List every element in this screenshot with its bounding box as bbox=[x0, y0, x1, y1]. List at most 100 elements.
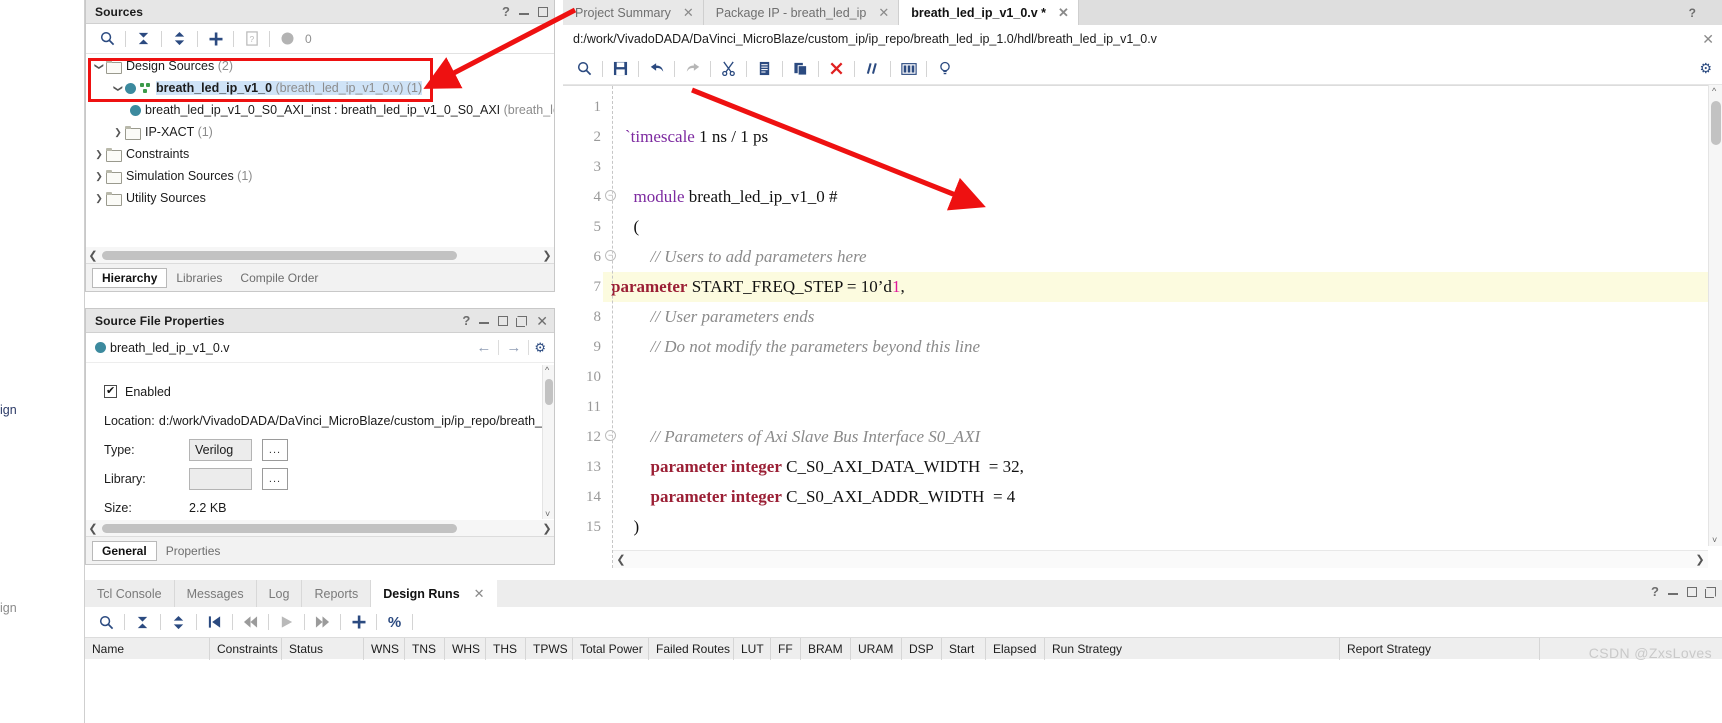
close-icon[interactable]: ✕ bbox=[1058, 5, 1069, 21]
help-icon[interactable]: ? bbox=[1689, 6, 1696, 20]
sources-tree-hscrollbar[interactable]: ❮ ❯ bbox=[86, 247, 554, 263]
table-column-header[interactable]: THS bbox=[486, 637, 526, 660]
maximize-icon[interactable] bbox=[1687, 586, 1697, 597]
table-column-header[interactable]: BRAM bbox=[801, 637, 851, 660]
play-icon[interactable] bbox=[273, 610, 300, 634]
search-icon[interactable] bbox=[571, 57, 598, 81]
chevron-right-icon[interactable] bbox=[111, 126, 125, 138]
tree-item[interactable]: Utility Sources bbox=[86, 187, 554, 209]
tree-item[interactable]: Constraints bbox=[86, 143, 554, 165]
runs-window-controls[interactable]: ? bbox=[1651, 585, 1716, 598]
gear-icon[interactable]: ⚙ bbox=[534, 340, 546, 356]
copy-icon[interactable] bbox=[751, 57, 778, 81]
table-column-header[interactable]: Name bbox=[85, 637, 210, 660]
chevron-right-icon[interactable] bbox=[92, 192, 106, 204]
close-icon[interactable]: ✕ bbox=[1702, 31, 1714, 48]
code-line[interactable]: ) bbox=[603, 512, 1722, 542]
maximize-icon[interactable] bbox=[498, 315, 509, 326]
scroll-right-icon[interactable]: ❯ bbox=[1692, 553, 1708, 566]
table-column-header[interactable]: FF bbox=[771, 637, 801, 660]
tab-properties[interactable]: Properties bbox=[157, 541, 230, 561]
bulb-icon[interactable] bbox=[931, 57, 958, 81]
first-icon[interactable] bbox=[201, 610, 228, 634]
table-column-header[interactable]: Report Strategy bbox=[1340, 637, 1540, 660]
scroll-down-icon[interactable]: ˅ bbox=[545, 509, 550, 519]
code-line[interactable] bbox=[603, 392, 1722, 422]
float-icon[interactable] bbox=[516, 315, 528, 327]
sfp-hscrollbar[interactable]: ❮ ❯ bbox=[86, 520, 554, 536]
minimize-icon[interactable] bbox=[479, 317, 490, 324]
help-icon[interactable]: ? bbox=[462, 314, 470, 327]
paste-icon[interactable] bbox=[787, 57, 814, 81]
table-column-header[interactable]: TPWS bbox=[526, 637, 573, 660]
code-line[interactable] bbox=[603, 152, 1722, 182]
forward-icon[interactable]: → bbox=[499, 339, 528, 356]
minimize-icon[interactable] bbox=[519, 8, 529, 15]
table-column-header[interactable]: Elapsed bbox=[986, 637, 1045, 660]
report-icon[interactable]: ? bbox=[238, 27, 265, 51]
chevron-right-icon[interactable] bbox=[92, 148, 106, 160]
tab-hierarchy[interactable]: Hierarchy bbox=[92, 267, 168, 288]
editor-window-controls[interactable]: ? bbox=[1689, 6, 1722, 25]
delete-icon[interactable] bbox=[823, 57, 850, 81]
tab-general[interactable]: General bbox=[92, 540, 157, 561]
tree-item[interactable]: Simulation Sources (1) bbox=[86, 165, 554, 187]
code-line[interactable]: // Parameters of Axi Slave Bus Interface… bbox=[603, 422, 1722, 452]
code-line[interactable]: parameter START_FREQ_STEP = 10’d1, bbox=[603, 272, 1722, 302]
align-icon[interactable] bbox=[895, 57, 922, 81]
bottom-tab[interactable]: Log bbox=[257, 580, 303, 607]
code-line[interactable]: ( bbox=[603, 212, 1722, 242]
table-column-header[interactable]: Run Strategy bbox=[1045, 637, 1340, 660]
code-line[interactable]: // Do not modify the parameters beyond t… bbox=[603, 332, 1722, 362]
scroll-down-icon[interactable]: ˅ bbox=[1712, 535, 1717, 545]
bottom-tab[interactable]: Reports bbox=[302, 580, 372, 607]
editor-hscrollbar[interactable]: ❮ ❯ bbox=[613, 550, 1708, 568]
enabled-row[interactable]: Enabled bbox=[104, 377, 542, 406]
code-line[interactable]: // User parameters ends bbox=[603, 302, 1722, 332]
tree-item[interactable]: breath_led_ip_v1_0_S0_AXI_inst : breath_… bbox=[86, 99, 554, 121]
close-icon[interactable]: ✕ bbox=[683, 5, 694, 21]
code-line[interactable]: parameter integer C_S0_AXI_DATA_WIDTH = … bbox=[603, 452, 1722, 482]
code-editor[interactable]: 1 2 3 4− 5 6− 7 8 9 10 11 12− 13 14 15 `timescale 1 ns… bbox=[563, 85, 1722, 568]
sources-window-controls[interactable]: ? bbox=[502, 5, 548, 18]
redo-icon[interactable] bbox=[679, 57, 706, 81]
code-content[interactable]: `timescale 1 ns / 1 ps module breath_led… bbox=[603, 86, 1722, 568]
code-line[interactable]: module breath_led_ip_v1_0 # bbox=[603, 182, 1722, 212]
table-column-header[interactable]: Constraints bbox=[210, 637, 282, 660]
table-column-header[interactable]: Start bbox=[942, 637, 986, 660]
undo-icon[interactable] bbox=[643, 57, 670, 81]
save-icon[interactable] bbox=[607, 57, 634, 81]
comment-icon[interactable] bbox=[859, 57, 886, 81]
search-icon[interactable] bbox=[93, 610, 120, 634]
editor-tab[interactable]: Package IP - breath_led_ip ✕ bbox=[703, 0, 900, 25]
table-column-header[interactable]: URAM bbox=[851, 637, 902, 660]
table-column-header[interactable]: Status bbox=[282, 637, 364, 660]
close-icon[interactable]: ✕ bbox=[536, 314, 548, 328]
code-line[interactable]: // Users to add parameters here bbox=[603, 242, 1722, 272]
close-icon[interactable]: ✕ bbox=[474, 586, 485, 602]
help-icon[interactable]: ? bbox=[502, 5, 510, 18]
scroll-up-icon[interactable]: ^ bbox=[1712, 86, 1716, 96]
editor-tab[interactable]: breath_led_ip_v1_0.v * ✕ bbox=[899, 0, 1079, 25]
help-icon[interactable]: ? bbox=[1651, 585, 1659, 598]
property-input[interactable]: Verilog bbox=[189, 438, 252, 461]
next-icon[interactable] bbox=[309, 610, 336, 634]
bottom-tab[interactable]: Messages bbox=[175, 580, 257, 607]
percent-icon[interactable]: % bbox=[381, 610, 408, 634]
expand-icon[interactable] bbox=[165, 610, 192, 634]
browse-button[interactable]: ... bbox=[262, 467, 288, 490]
add-sources-icon[interactable] bbox=[202, 27, 229, 51]
table-column-header[interactable]: LUT bbox=[734, 637, 771, 660]
table-column-header[interactable]: WHS bbox=[445, 637, 486, 660]
sfp-vscrollbar[interactable]: ^ ˅ bbox=[542, 365, 554, 519]
scroll-right-icon[interactable]: ❯ bbox=[540, 522, 554, 535]
table-column-header[interactable]: TNS bbox=[405, 637, 445, 660]
cut-icon[interactable] bbox=[715, 57, 742, 81]
bottom-tab[interactable]: Tcl Console bbox=[85, 580, 175, 607]
scroll-left-icon[interactable]: ❮ bbox=[86, 522, 100, 535]
scroll-left-icon[interactable]: ❮ bbox=[613, 553, 629, 566]
bottom-tab[interactable]: Design Runs ✕ bbox=[371, 580, 497, 607]
back-icon[interactable]: ← bbox=[469, 339, 498, 356]
property-input[interactable] bbox=[189, 467, 252, 490]
editor-tab[interactable]: Project Summary ✕ bbox=[563, 0, 704, 25]
